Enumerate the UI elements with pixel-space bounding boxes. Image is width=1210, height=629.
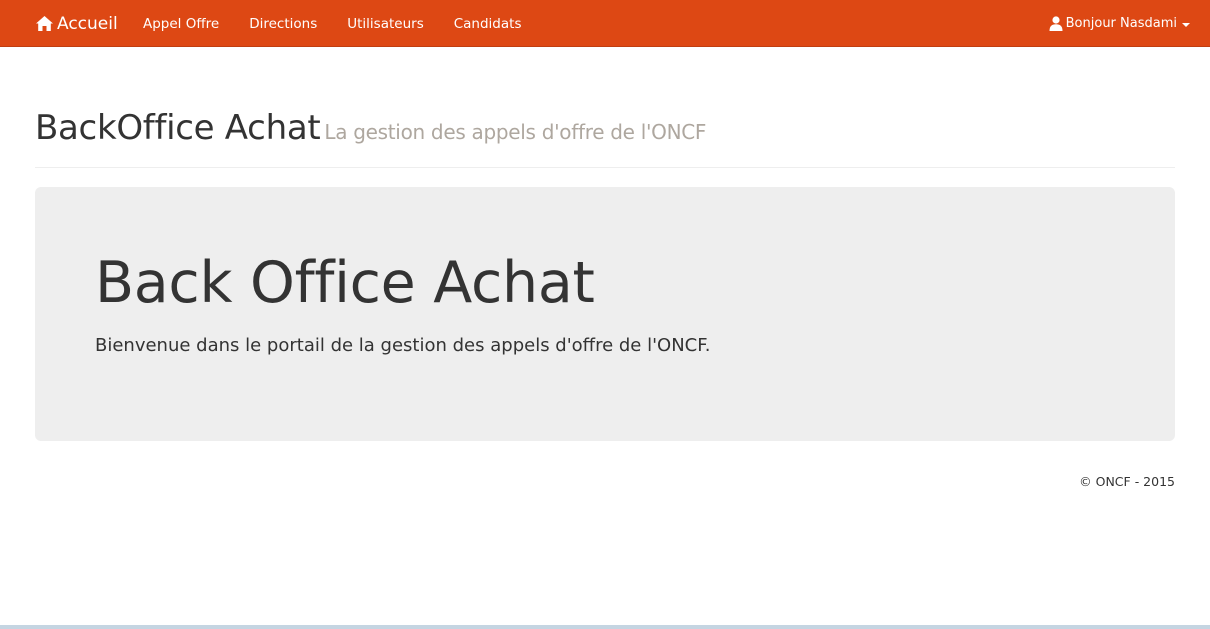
bottom-border bbox=[0, 625, 1210, 629]
user-greeting: Bonjour Nasdami bbox=[1065, 16, 1177, 31]
nav-menu: Appel Offre Directions Utilisateurs Cand… bbox=[128, 0, 536, 47]
page-title: BackOffice Achat La gestion des appels d'… bbox=[35, 108, 706, 148]
page-title-text: BackOffice Achat bbox=[35, 108, 321, 148]
welcome-jumbotron: Back Office Achat Bienvenue dans le port… bbox=[35, 187, 1175, 441]
nav-item-candidats[interactable]: Candidats bbox=[439, 0, 537, 47]
nav-item-utilisateurs[interactable]: Utilisateurs bbox=[332, 0, 438, 47]
nav-item-directions[interactable]: Directions bbox=[234, 0, 332, 47]
jumbotron-title: Back Office Achat bbox=[95, 250, 595, 316]
nav-item-appel-offre[interactable]: Appel Offre bbox=[128, 0, 234, 47]
user-dropdown[interactable]: Bonjour Nasdami bbox=[1049, 0, 1190, 47]
footer-copyright: © ONCF - 2015 bbox=[1079, 474, 1175, 489]
brand-home-link[interactable]: Accueil bbox=[35, 0, 118, 47]
home-icon bbox=[35, 15, 54, 32]
top-navbar: Accueil Appel Offre Directions Utilisate… bbox=[0, 0, 1210, 47]
page-subtitle: La gestion des appels d'offre de l'ONCF bbox=[324, 120, 707, 144]
user-icon bbox=[1049, 16, 1063, 31]
chevron-down-icon bbox=[1182, 22, 1190, 27]
brand-label: Accueil bbox=[57, 13, 118, 34]
jumbotron-text: Bienvenue dans le portail de la gestion … bbox=[95, 335, 711, 356]
page-header: BackOffice Achat La gestion des appels d'… bbox=[35, 108, 1175, 168]
